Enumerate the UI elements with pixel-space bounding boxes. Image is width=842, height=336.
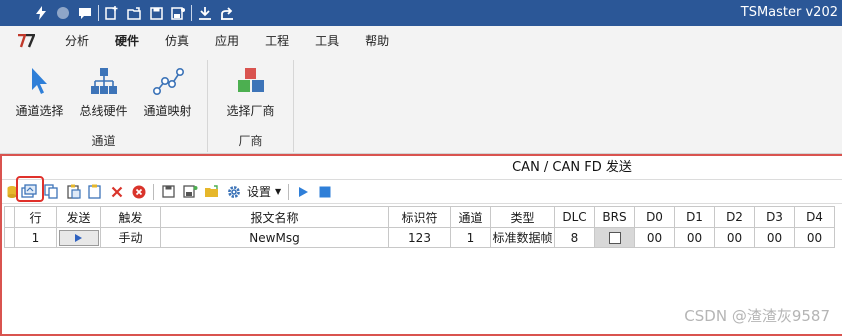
row-indicator[interactable]: [4, 227, 15, 248]
clear-all-icon[interactable]: [128, 181, 150, 203]
column-header[interactable]: D1: [674, 206, 715, 228]
column-header[interactable]: D2: [714, 206, 755, 228]
vendor-cubes-icon: [234, 64, 268, 98]
watermark: CSDN @渣渣灰9587: [684, 307, 830, 325]
column-header[interactable]: D4: [794, 206, 835, 228]
chevron-down-icon[interactable]: ▼: [275, 187, 281, 196]
table-row[interactable]: 1 手动 NewMsg 123 1 标准数据帧 8 00 00 00 00 00: [4, 227, 835, 248]
menu-hardware[interactable]: 硬件: [102, 26, 152, 56]
mapping-icon: [151, 64, 185, 98]
channel-cell[interactable]: 1: [450, 227, 491, 248]
quick-access-toolbar: [0, 0, 238, 26]
row-number-cell[interactable]: 1: [14, 227, 57, 248]
settings-dropdown[interactable]: 设置: [247, 183, 271, 200]
toolbar-separator: [288, 183, 290, 200]
column-header[interactable]: D3: [754, 206, 795, 228]
type-cell[interactable]: 标准数据帧: [490, 227, 555, 248]
column-header[interactable]: 触发: [100, 206, 161, 228]
data-byte-cell[interactable]: 00: [674, 227, 715, 248]
data-byte-cell[interactable]: 00: [754, 227, 795, 248]
circle-icon[interactable]: [52, 0, 74, 26]
bus-hardware-button[interactable]: 总线硬件: [72, 60, 136, 124]
column-header[interactable]: D0: [634, 206, 675, 228]
data-byte-cell[interactable]: 00: [714, 227, 755, 248]
column-header[interactable]: 行: [14, 206, 57, 228]
toolbar-separator: [191, 5, 192, 21]
panel-toolbar: 设置 ▼: [2, 180, 842, 204]
ribbon-group-label: 厂商: [238, 134, 263, 148]
menu-analysis[interactable]: 分析: [52, 26, 102, 56]
column-header[interactable]: 发送: [56, 206, 101, 228]
menu-simulation[interactable]: 仿真: [152, 26, 202, 56]
toolbar-separator: [98, 5, 99, 21]
menu-project[interactable]: 工程: [252, 26, 302, 56]
delete-icon[interactable]: [106, 181, 128, 203]
ribbon-groups: 通道选择 总线硬件 通道映射 通道 选择厂商 厂商: [0, 60, 294, 152]
data-byte-cell[interactable]: 00: [634, 227, 675, 248]
menu-tools[interactable]: 工具: [302, 26, 352, 56]
clipboard-icon[interactable]: [84, 181, 106, 203]
brs-cell: [594, 227, 635, 248]
play-icon: [75, 233, 82, 242]
panel-title: CAN / CAN FD 发送: [2, 156, 842, 180]
stop-icon[interactable]: [314, 181, 336, 203]
highlight-annotation: [16, 176, 44, 202]
title-bar: TSMaster v202: [0, 0, 842, 26]
menu-help[interactable]: 帮助: [352, 26, 402, 56]
new-file-icon[interactable]: [101, 0, 123, 26]
column-header[interactable]: 类型: [490, 206, 555, 228]
data-byte-cell[interactable]: 00: [794, 227, 835, 248]
toolbar-separator: [153, 183, 154, 200]
column-header[interactable]: 报文名称: [160, 206, 389, 228]
app-title: TSMaster v202: [740, 5, 838, 20]
ribbon-group-channel: 通道选择 总线硬件 通道映射 通道: [0, 60, 208, 152]
open-folder-icon[interactable]: [123, 0, 145, 26]
dlc-cell[interactable]: 8: [554, 227, 595, 248]
ribbon-group-vendor: 选择厂商 厂商: [208, 60, 294, 152]
save-as-icon[interactable]: [167, 0, 189, 26]
message-name-cell[interactable]: NewMsg: [160, 227, 389, 248]
share-icon[interactable]: [216, 0, 238, 26]
app-logo-icon[interactable]: [0, 26, 52, 56]
ribbon: 分析 硬件 仿真 应用 工程 工具 帮助 通道选择 总线硬件 通道映射 通道 选…: [0, 26, 842, 154]
channel-select-button[interactable]: 通道选择: [8, 60, 72, 124]
menu-application[interactable]: 应用: [202, 26, 252, 56]
column-header[interactable]: BRS: [594, 206, 635, 228]
network-tree-icon: [87, 64, 121, 98]
paste-icon[interactable]: [62, 181, 84, 203]
column-header[interactable]: DLC: [554, 206, 595, 228]
can-send-panel: CAN / CAN FD 发送 设置 ▼ 行 发送 触发 报文名称 标识符 通道…: [0, 154, 842, 336]
select-vendor-button[interactable]: 选择厂商: [219, 60, 283, 124]
send-cell: [56, 227, 101, 248]
grid-header-row: 行 发送 触发 报文名称 标识符 通道 类型 DLC BRS D0 D1 D2 …: [4, 206, 835, 228]
lightning-icon[interactable]: [30, 0, 52, 26]
open-folder-icon[interactable]: [201, 181, 223, 203]
trigger-cell[interactable]: 手动: [100, 227, 161, 248]
download-icon[interactable]: [194, 0, 216, 26]
gear-icon[interactable]: [223, 181, 245, 203]
save-icon[interactable]: [157, 181, 179, 203]
menu-bar: 分析 硬件 仿真 应用 工程 工具 帮助: [0, 26, 842, 56]
channel-mapping-button[interactable]: 通道映射: [136, 60, 200, 124]
ribbon-group-label: 通道: [91, 134, 116, 148]
send-button[interactable]: [58, 229, 99, 246]
save-icon[interactable]: [145, 0, 167, 26]
brs-checkbox[interactable]: [608, 232, 621, 244]
column-header[interactable]: 通道: [450, 206, 491, 228]
play-icon[interactable]: [292, 181, 314, 203]
identifier-cell[interactable]: 123: [388, 227, 451, 248]
save-as-icon[interactable]: [179, 181, 201, 203]
row-indicator-header: [4, 206, 15, 228]
message-grid: 行 发送 触发 报文名称 标识符 通道 类型 DLC BRS D0 D1 D2 …: [4, 206, 835, 248]
column-header[interactable]: 标识符: [388, 206, 451, 228]
cursor-icon: [23, 64, 57, 98]
chat-icon[interactable]: [74, 0, 96, 26]
